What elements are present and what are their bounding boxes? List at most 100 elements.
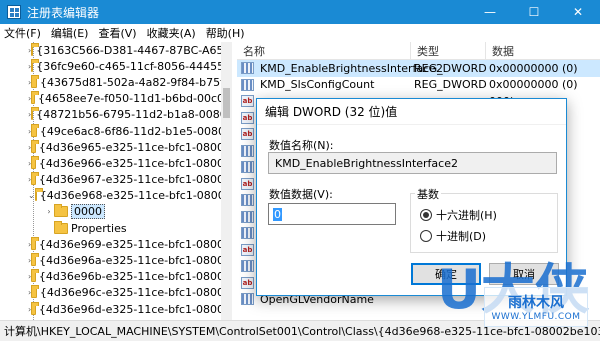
tree-node[interactable]: › {4d36e967-e325-11ce-bfc1-08002: [0, 172, 231, 188]
menu-view[interactable]: 查看(V): [98, 25, 136, 41]
minimize-button[interactable]: —: [468, 0, 512, 24]
value-type: REG_DWORD: [414, 61, 487, 75]
tree-node[interactable]: › {4d36e965-e325-11ce-bfc1-08002: [0, 139, 231, 155]
value-data-input[interactable]: 0: [268, 203, 396, 225]
radio-dec-dot: [420, 230, 432, 242]
tree-node[interactable]: › {4d36e96d-e325-11ce-bfc1-08002: [0, 301, 231, 317]
column-header-type[interactable]: 类型: [411, 42, 486, 60]
menu-help[interactable]: 帮助(H): [206, 25, 245, 41]
reg-string-icon: ab: [241, 111, 254, 124]
tree-node[interactable]: › {48721b56-6795-11d2-b1a8-0080c: [0, 107, 231, 123]
window-title: 注册表编辑器: [27, 5, 100, 20]
tree-node[interactable]: › {3163C566-D381-4467-87BC-A65A: [0, 42, 231, 58]
watermark-site-name: 雨林木风: [508, 295, 564, 311]
folder-icon: [31, 236, 39, 250]
folder-icon: [31, 155, 39, 169]
folder-icon: [31, 123, 39, 137]
menu-favorites[interactable]: 收藏夹(A): [147, 25, 196, 41]
reg-binary-icon: [241, 293, 254, 306]
menu-edit[interactable]: 编辑(E): [51, 25, 89, 41]
value-name-field: KMD_EnableBrightnessInterface2: [268, 152, 557, 174]
tree-node[interactable]: › {4d36e96b-e325-11ce-bfc1-08002: [0, 269, 231, 285]
tree-node[interactable]: › {43675d81-502a-4a82-9f84-b75f4: [0, 74, 231, 90]
folder-icon: [31, 269, 39, 283]
menu-bar: 文件(F) 编辑(E) 查看(V) 收藏夹(A) 帮助(H): [0, 24, 600, 42]
tree-node[interactable]: › {4d36e96c-e325-11ce-bfc1-08002: [0, 285, 231, 301]
tree-node-label: 0000: [71, 204, 105, 220]
tree-node-label: {36fc9e60-c465-11cf-8056-444553: [36, 59, 232, 73]
reg-binary-icon: [241, 227, 254, 240]
radio-hex[interactable]: 十六进制(H): [420, 207, 497, 223]
tree-node[interactable]: › 0000: [0, 204, 231, 220]
column-header-name[interactable]: 名称: [237, 42, 411, 60]
list-row[interactable]: KMD_SlsConfigCount REG_DWORD 0x00000000 (0…: [237, 77, 600, 94]
reg-binary-icon: [241, 62, 254, 75]
folder-icon: [31, 42, 40, 56]
dialog-title: 编辑 DWORD (32 位)值: [257, 99, 566, 125]
tree-node-label: {4d36e967-e325-11ce-bfc1-08002: [38, 173, 231, 187]
folder-icon: [34, 188, 43, 202]
tree-node[interactable]: › {4d36e966-e325-11ce-bfc1-08002: [0, 155, 231, 171]
tree-node[interactable]: ⌄ {4d36e968-e325-11ce-bfc1-08002: [0, 188, 231, 204]
folder-icon: [31, 301, 39, 315]
tree-node-label: {4d36e96c-e325-11ce-bfc1-08002: [39, 286, 231, 300]
reg-binary-icon: [241, 210, 254, 223]
folder-icon: [31, 139, 39, 153]
base-groupbox: [410, 193, 558, 253]
folder-icon: [31, 58, 40, 72]
reg-binary-icon: [241, 144, 254, 157]
tree-node[interactable]: › {49ce6ac8-6f86-11d2-b1e5-0080c: [0, 123, 231, 139]
value-data-label: 数值数据(V):: [269, 188, 333, 201]
tree-expand-icon[interactable]: ⌄: [28, 191, 35, 200]
window-controls: — ☐ ✕: [468, 0, 600, 24]
tree-node[interactable]: Properties: [0, 220, 231, 236]
radio-dec-label: 十进制(D): [436, 230, 487, 243]
watermark-site-url: WWW.YLMFU.COM: [491, 312, 581, 322]
reg-string-icon: ab: [241, 128, 254, 141]
tree-scroll-thumb[interactable]: [223, 88, 230, 118]
menu-file[interactable]: 文件(F): [4, 25, 41, 41]
tree-node-label: {49ce6ac8-6f86-11d2-b1e5-0080c: [39, 124, 231, 138]
tree-node-label: {4d36e965-e325-11ce-bfc1-08002: [38, 140, 231, 154]
regedit-app-icon: [7, 5, 21, 19]
list-row[interactable]: KMD_EnableBrightnessInterface2 REG_DWORD 0…: [237, 60, 600, 77]
close-button[interactable]: ✕: [556, 0, 600, 24]
folder-icon: [31, 107, 40, 121]
value-type: REG_DWORD: [414, 78, 487, 92]
tree-node[interactable]: › {36fc9e60-c465-11cf-8056-444553: [0, 58, 231, 74]
value-data: 0x00000000 (0): [489, 61, 578, 75]
reg-binary-icon: [241, 194, 254, 207]
tree-node-label: {4d36e96a-e325-11ce-bfc1-08002: [39, 254, 231, 268]
folder-icon: [54, 204, 68, 218]
value-name: KMD_SlsConfigCount: [260, 78, 375, 92]
reg-string-icon: ab: [241, 276, 254, 289]
folder-icon: [31, 172, 39, 186]
folder-icon: [54, 220, 68, 234]
tree-node-label: {4d36e966-e325-11ce-bfc1-08002: [38, 156, 231, 170]
tree-node-label: {43675d81-502a-4a82-9f84-b75f4: [39, 75, 231, 89]
watermark-site-badge: 雨林木风 WWW.YLMFU.COM: [484, 287, 588, 327]
radio-hex-dot: [420, 209, 432, 221]
maximize-button[interactable]: ☐: [512, 0, 556, 24]
registry-tree[interactable]: › {3163C566-D381-4467-87BC-A65A › {36fc9e60…: [0, 42, 232, 320]
value-data-text: 0: [273, 207, 282, 221]
tree-node[interactable]: › {4d36e969-e325-11ce-bfc1-08002: [0, 236, 231, 252]
folder-icon: [31, 253, 40, 267]
radio-dec[interactable]: 十进制(D): [420, 228, 486, 244]
reg-binary-icon: [241, 78, 254, 91]
folder-icon: [31, 285, 39, 299]
tree-node[interactable]: › {4d36e96a-e325-11ce-bfc1-08002: [0, 252, 231, 268]
value-name: KMD_EnableBrightnessInterface2: [260, 61, 443, 75]
reg-binary-icon: [241, 260, 254, 273]
tree-expand-icon[interactable]: ›: [44, 207, 54, 216]
reg-string-icon: ab: [241, 95, 254, 108]
tree-node[interactable]: › {4658ee7e-f050-11d1-b6bd-00c04: [0, 91, 231, 107]
value-data: 0x00000000 (0): [489, 78, 578, 92]
tree-node-label: {4d36e96b-e325-11ce-bfc1-08002: [38, 270, 231, 284]
title-bar: 注册表编辑器 — ☐ ✕: [0, 0, 600, 24]
tree-node-label: {4d36e969-e325-11ce-bfc1-08002: [38, 237, 231, 251]
column-header-data[interactable]: 数据: [486, 42, 587, 60]
tree-scrollbar[interactable]: [221, 42, 232, 320]
tree-node-label: {3163C566-D381-4467-87BC-A65A: [36, 43, 232, 57]
value-name-label: 数值名称(N):: [269, 139, 334, 152]
